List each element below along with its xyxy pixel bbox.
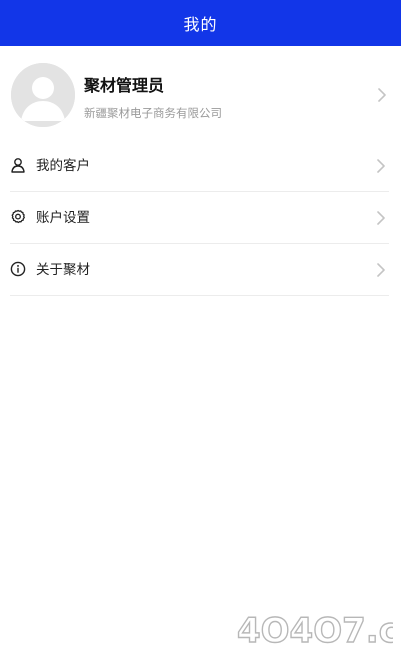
menu-item-label: 关于聚材 bbox=[36, 262, 90, 278]
menu-item-my-customers[interactable]: 我的客户 bbox=[10, 140, 389, 192]
avatar-placeholder-icon bbox=[11, 63, 75, 127]
chevron-right-icon bbox=[376, 262, 386, 278]
page-title: 我的 bbox=[183, 15, 218, 34]
chevron-right-icon bbox=[376, 210, 386, 226]
chevron-right-icon bbox=[377, 87, 387, 103]
profile-card[interactable]: 聚材管理员 新疆聚材电子商务有限公司 bbox=[0, 56, 401, 134]
menu-item-label: 账户设置 bbox=[36, 210, 90, 226]
top-header: 我的 bbox=[0, 0, 401, 46]
profile-company: 新疆聚材电子商务有限公司 bbox=[84, 106, 222, 120]
chevron-right-icon bbox=[376, 158, 386, 174]
user-icon bbox=[10, 157, 26, 173]
menu-item-about[interactable]: 关于聚材 bbox=[10, 244, 389, 296]
menu-item-account-settings[interactable]: 账户设置 bbox=[10, 192, 389, 244]
watermark-logo: 4O4O7.com bbox=[233, 608, 393, 650]
profile-info: 聚材管理员 新疆聚材电子商务有限公司 bbox=[84, 72, 222, 121]
info-icon bbox=[10, 261, 26, 277]
profile-name: 聚材管理员 bbox=[84, 76, 165, 95]
avatar bbox=[11, 63, 75, 127]
gear-icon bbox=[10, 209, 26, 225]
watermark-text: 4O4O7.com bbox=[237, 611, 393, 650]
menu-item-label: 我的客户 bbox=[36, 158, 90, 174]
